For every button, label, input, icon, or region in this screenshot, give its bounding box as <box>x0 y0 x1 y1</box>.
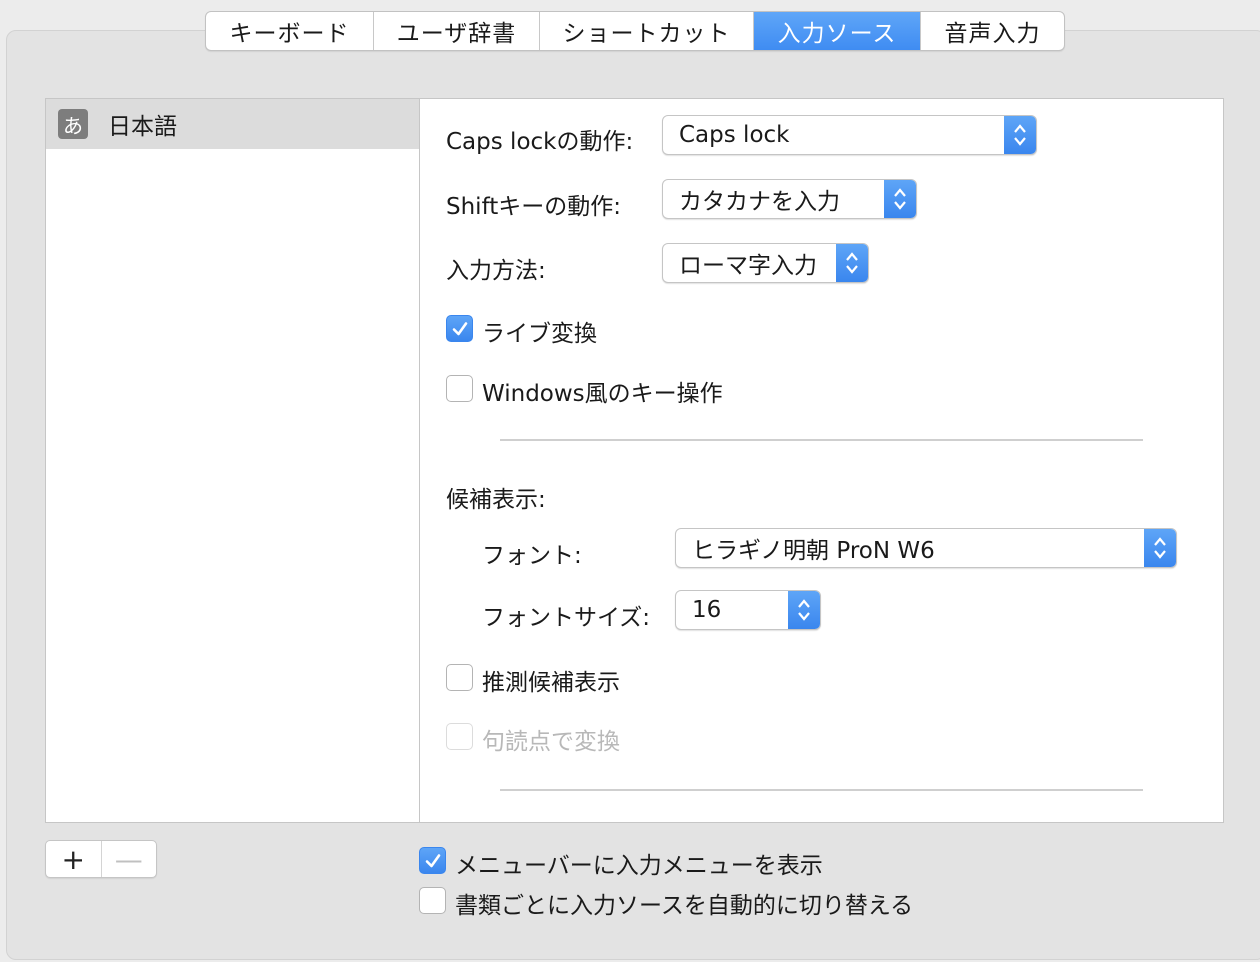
font-size-popup[interactable]: 16 <box>675 590 821 630</box>
list-item-japanese[interactable]: あ 日本語 <box>46 99 419 149</box>
list-item-label: 日本語 <box>108 114 177 140</box>
checkmark-icon <box>425 853 440 867</box>
windows-keys-checkbox[interactable] <box>446 375 473 402</box>
remove-source-button[interactable]: — <box>102 841 157 877</box>
add-source-button[interactable]: + <box>46 841 102 877</box>
font-size-label: フォントサイズ: <box>482 605 651 631</box>
font-size-value: 16 <box>692 597 722 623</box>
show-input-menu-checkbox[interactable] <box>419 847 446 874</box>
font-popup[interactable]: ヒラギノ明朝 ProN W6 <box>675 528 1177 568</box>
auto-switch-label: 書類ごとに入力ソースを自動的に切り替える <box>455 893 914 919</box>
input-source-list: あ 日本語 <box>45 98 420 823</box>
punctuation-convert-label: 句読点で変換 <box>482 729 620 755</box>
show-input-menu-label: メニューバーに入力メニューを表示 <box>455 853 823 879</box>
updown-arrows-icon <box>884 180 916 218</box>
auto-switch-checkbox[interactable] <box>419 887 446 914</box>
tab-dictation[interactable]: 音声入力 <box>921 12 1064 50</box>
predictive-candidates-label: 推測候補表示 <box>482 670 620 696</box>
add-remove-buttons: + — <box>45 840 157 878</box>
live-conversion-checkbox[interactable] <box>446 315 473 342</box>
tab-user-dictionary[interactable]: ユーザ辞書 <box>374 12 540 50</box>
tab-bar: キーボード ユーザ辞書 ショートカット 入力ソース 音声入力 <box>205 11 1065 51</box>
updown-arrows-icon <box>1144 529 1176 567</box>
shift-popup[interactable]: カタカナを入力 <box>662 179 917 219</box>
separator <box>500 789 1143 791</box>
tab-shortcuts[interactable]: ショートカット <box>540 12 754 50</box>
separator <box>500 439 1143 441</box>
font-label: フォント: <box>482 543 582 569</box>
punctuation-convert-checkbox[interactable] <box>446 723 473 750</box>
tab-keyboard[interactable]: キーボード <box>206 12 374 50</box>
font-value: ヒラギノ明朝 ProN W6 <box>692 538 935 564</box>
updown-arrows-icon <box>788 591 820 629</box>
shift-value: カタカナを入力 <box>679 189 840 215</box>
tab-input-sources[interactable]: 入力ソース <box>754 12 921 50</box>
caps-lock-label: Caps lockの動作: <box>446 129 634 155</box>
shift-label: Shiftキーの動作: <box>446 194 622 220</box>
input-source-settings: Caps lockの動作: Caps lock Shiftキーの動作: カタカナ… <box>419 98 1224 823</box>
input-method-value: ローマ字入力 <box>679 253 817 279</box>
checkmark-icon <box>452 321 467 335</box>
caps-lock-value: Caps lock <box>679 122 790 148</box>
input-method-label: 入力方法: <box>446 258 546 284</box>
hiragana-a-icon: あ <box>58 109 88 139</box>
live-conversion-label: ライブ変換 <box>482 321 597 347</box>
candidates-heading: 候補表示: <box>446 487 546 513</box>
updown-arrows-icon <box>1004 116 1036 154</box>
input-method-popup[interactable]: ローマ字入力 <box>662 243 869 283</box>
windows-keys-label: Windows風のキー操作 <box>482 381 723 407</box>
updown-arrows-icon <box>836 244 868 282</box>
predictive-candidates-checkbox[interactable] <box>446 664 473 691</box>
caps-lock-popup[interactable]: Caps lock <box>662 115 1037 155</box>
